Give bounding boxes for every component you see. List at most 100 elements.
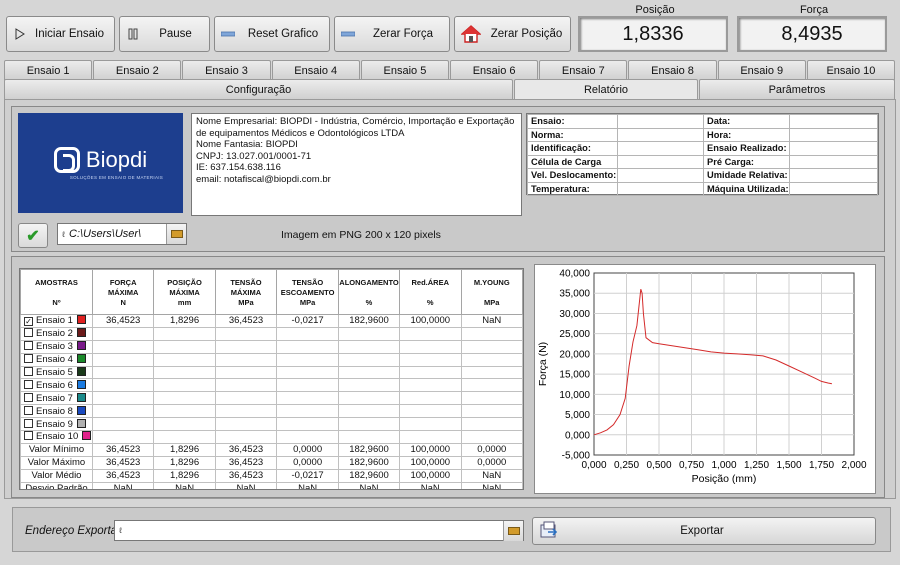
start-test-button[interactable]: Iniciar Ensaio xyxy=(6,16,115,52)
sample-checkbox[interactable] xyxy=(24,379,33,389)
table-cell xyxy=(276,326,340,341)
table-cell xyxy=(276,417,340,432)
table-cell xyxy=(399,404,462,419)
reset-graph-button[interactable]: Reset Grafico xyxy=(214,16,330,52)
sample-cell: Ensaio 9 xyxy=(20,417,93,432)
column-header-line: mm xyxy=(177,298,192,307)
tab-parameters[interactable]: Parâmetros xyxy=(699,79,895,99)
zero-position-button[interactable]: Zerar Posição xyxy=(454,16,571,52)
folder-browse-button[interactable] xyxy=(166,224,186,244)
confirm-logo-button[interactable]: ✔ xyxy=(18,223,48,248)
sample-checkbox[interactable] xyxy=(24,328,33,338)
sample-checkbox[interactable] xyxy=(24,418,33,428)
column-header: FORÇA MÁXIMA N xyxy=(91,269,155,315)
table-cell: 36,4523 xyxy=(91,314,155,328)
sample-checkbox[interactable] xyxy=(24,431,33,441)
tab-test-7[interactable]: Ensaio 7 xyxy=(539,60,628,80)
info-value xyxy=(788,141,879,156)
sample-checkbox[interactable] xyxy=(24,354,33,364)
folder-browse-button[interactable] xyxy=(503,520,523,541)
x-tick-label: 1,250 xyxy=(744,460,769,471)
table-cell xyxy=(338,430,400,444)
zero-force-button[interactable]: Zerar Força xyxy=(334,16,450,52)
biopdi-logo-icon xyxy=(53,146,80,173)
info-label: Célula de Carga xyxy=(527,154,618,169)
tab-configuration[interactable]: Configuração xyxy=(4,79,513,99)
tab-test-9[interactable]: Ensaio 9 xyxy=(717,60,806,80)
position-readout: 1,8336 xyxy=(578,16,728,52)
tab-test-2[interactable]: Ensaio 2 xyxy=(93,60,182,80)
table-cell: 0,0000 xyxy=(276,455,340,470)
sample-color-swatch[interactable] xyxy=(76,341,86,351)
table-cell: 0,0000 xyxy=(460,455,523,470)
tab-test-8[interactable]: Ensaio 8 xyxy=(628,60,717,80)
info-value xyxy=(617,127,704,142)
export-button[interactable]: Exportar xyxy=(532,517,876,545)
table-cell: 36,4523 xyxy=(91,468,155,483)
info-row: Célula de Carga Pré Carga: xyxy=(527,154,879,169)
company-line: de equipamentos Médicos e Odontológicos … xyxy=(196,127,405,139)
info-value xyxy=(617,181,704,196)
tab-report[interactable]: Relatório xyxy=(514,79,698,99)
sample-color-swatch[interactable] xyxy=(76,379,86,389)
logo-tagline: SOLUÇÕES EM ENSAIO DE MATERIAIS xyxy=(69,174,164,180)
tab-test-3[interactable]: Ensaio 3 xyxy=(182,60,271,80)
stat-label: Valor Máximo xyxy=(20,455,93,470)
sample-checkbox[interactable] xyxy=(24,367,33,376)
column-header-line: N xyxy=(120,298,126,307)
sample-color-swatch[interactable] xyxy=(76,354,86,364)
table-cell xyxy=(214,378,278,393)
tab-test-10[interactable]: Ensaio 10 xyxy=(806,60,896,80)
y-tick-label: 15,000 xyxy=(559,370,590,381)
play-icon xyxy=(13,28,27,40)
table-cell: NaN xyxy=(214,481,278,489)
export-path-field[interactable]: ℓ xyxy=(114,520,524,541)
sample-color-swatch[interactable] xyxy=(76,392,86,402)
sample-checkbox[interactable]: ✓ xyxy=(24,317,33,327)
export-label: Endereço Exportar xyxy=(25,525,121,537)
tab-test-6[interactable]: Ensaio 6 xyxy=(450,60,539,80)
sample-color-swatch[interactable] xyxy=(82,431,92,441)
column-header-line: % xyxy=(365,298,373,307)
sample-checkbox[interactable] xyxy=(24,405,33,415)
table-cell: 100,0000 xyxy=(399,314,462,328)
table-cell xyxy=(214,365,278,380)
company-logo: Biopdi SOLUÇÕES EM ENSAIO DE MATERIAIS xyxy=(18,113,183,213)
table-cell: 1,8296 xyxy=(153,468,216,483)
tab-test-4[interactable]: Ensaio 4 xyxy=(271,60,360,80)
y-tick-label: 20,000 xyxy=(559,349,590,360)
tab-test-5[interactable]: Ensaio 5 xyxy=(360,60,450,80)
chart-svg: 0,000 0,250 0,500 0,750 1,000 1,250 1,500 1,750… xyxy=(537,269,867,486)
table-cell xyxy=(338,378,400,393)
company-line: email: notafiscal@biopdi.com.br xyxy=(196,173,331,185)
table-cell: -0,0217 xyxy=(276,468,340,483)
column-header-line: MPa xyxy=(299,298,316,307)
pause-button[interactable]: Pause xyxy=(119,16,210,52)
x-axis-label: Posição (mm) xyxy=(692,473,757,485)
sample-name: Ensaio 1 xyxy=(36,315,73,327)
sample-color-swatch[interactable] xyxy=(76,315,86,325)
sample-color-swatch[interactable] xyxy=(76,418,86,428)
force-label: Força xyxy=(799,4,829,16)
table-cell xyxy=(460,404,523,419)
logo-path-field[interactable]: ℓ C:\Users\User\ xyxy=(57,223,187,245)
sample-color-swatch[interactable] xyxy=(76,367,86,376)
sample-checkbox[interactable] xyxy=(24,392,33,402)
table-cell xyxy=(276,365,340,380)
sample-checkbox[interactable] xyxy=(24,341,33,351)
company-line: IE: 637.154.638.116 xyxy=(196,162,281,174)
column-header: M.YOUNG MPa xyxy=(460,269,523,315)
x-tick-label: 1,000 xyxy=(711,460,736,471)
sample-name: Ensaio 6 xyxy=(36,379,73,391)
table-cell xyxy=(276,378,340,393)
tab-test-1[interactable]: Ensaio 1 xyxy=(4,60,93,80)
sample-color-swatch[interactable] xyxy=(76,328,86,338)
sample-row: Ensaio 8 xyxy=(20,404,523,419)
table-cell: 36,4523 xyxy=(91,442,155,457)
sample-color-swatch[interactable] xyxy=(76,405,86,415)
table-cell: NaN xyxy=(276,481,340,489)
column-header-line: MPa xyxy=(484,298,500,307)
sample-cell: Ensaio 4 xyxy=(20,352,93,367)
table-cell xyxy=(214,326,278,341)
table-cell xyxy=(460,339,523,354)
